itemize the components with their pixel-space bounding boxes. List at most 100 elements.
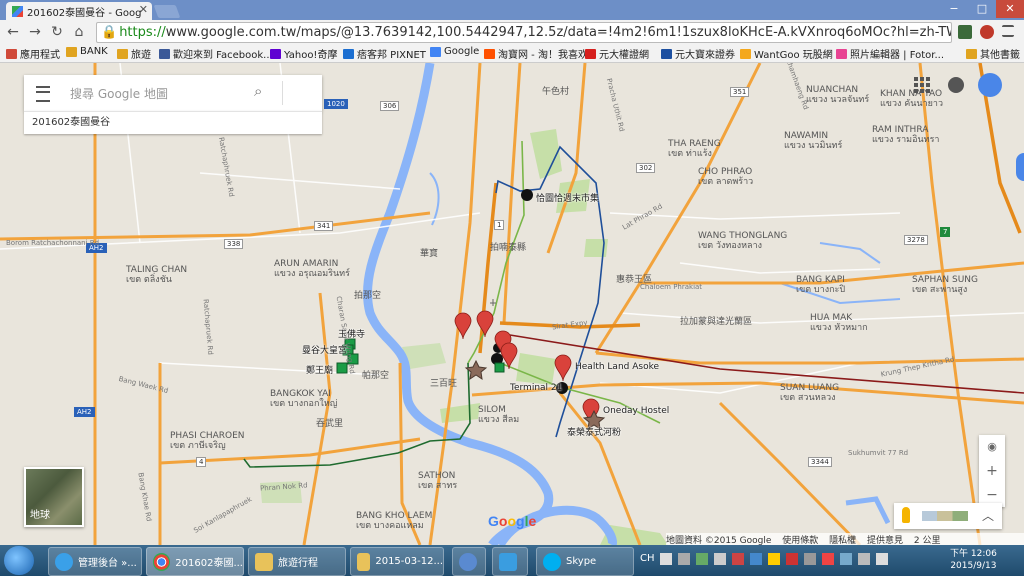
bookmark-wantgoo[interactable]: WantGoo 玩股網 [740, 46, 833, 61]
scale-label[interactable]: 2 公里 [914, 536, 941, 545]
google-logo: Google [488, 513, 537, 529]
back-button[interactable]: ← [4, 23, 22, 41]
green-square-marker[interactable] [336, 362, 348, 374]
map-canvas[interactable]: 306 351 302 341 338 AH2 AH2 3278 1 4 334… [0, 63, 1024, 545]
tray-icon[interactable] [678, 553, 690, 565]
profile-extension-icon[interactable] [980, 25, 994, 39]
reload-button[interactable]: ↻ [48, 23, 66, 41]
bookmark-pixnet[interactable]: 痞客邦 PIXNET [343, 46, 426, 61]
place-label-grand-palace[interactable]: 曼谷大皇宮 [302, 343, 347, 356]
place-label-noodle-shop[interactable]: 泰榮泰式河粉 [567, 425, 621, 438]
bookmark-facebook[interactable]: 歡迎來到 Facebook... [159, 46, 273, 61]
street-view-control[interactable]: ︿ [894, 503, 1002, 529]
taskbar: 管理後台 »... 201602泰國... 旅遊行程 2015-03-12...… [0, 545, 1024, 576]
place-label-health-land[interactable]: Health Land Asoke [575, 362, 659, 372]
tray-icon[interactable] [750, 553, 762, 565]
taskbar-item-chrome[interactable]: 201602泰國... [146, 547, 244, 576]
start-button[interactable] [4, 546, 34, 575]
maximize-button[interactable]: □ [968, 0, 996, 18]
apps-grid-icon[interactable] [914, 77, 930, 93]
bookmark-yahoo[interactable]: Yahoo!奇摩 [270, 46, 337, 61]
zoom-in-button[interactable]: + [979, 459, 1005, 483]
yahoo-icon [270, 48, 281, 59]
bookmark-travel[interactable]: 旅遊 [117, 46, 151, 61]
close-window-button[interactable]: ✕ [996, 0, 1024, 18]
tray-icon[interactable] [876, 553, 888, 565]
green-square-marker[interactable] [494, 362, 505, 373]
district-label: THA RAENG เขต ท่าแร้ง [668, 139, 721, 159]
menu-icon[interactable] [1002, 25, 1014, 37]
search-icon[interactable]: ⌕ [254, 82, 262, 100]
tray-icon[interactable] [714, 553, 726, 565]
search-input[interactable]: 搜尋 Google 地圖 [70, 85, 168, 102]
place-label-oneday-hostel[interactable]: Oneday Hostel [603, 406, 669, 416]
bookmark-bank[interactable]: BANK [66, 46, 108, 57]
pixnet-icon [343, 48, 354, 59]
black-dot-marker[interactable] [521, 189, 533, 201]
route-shield: 302 [636, 163, 656, 173]
tray-icon[interactable] [804, 553, 816, 565]
new-tab-button[interactable] [153, 5, 181, 18]
feedback-link[interactable]: 提供意見 [867, 536, 903, 545]
earth-layer-button[interactable]: 地球 [24, 467, 84, 527]
taskbar-item-skype[interactable]: Skype [536, 547, 634, 576]
skype-icon [543, 552, 561, 571]
area-label: 吞武里 [316, 419, 344, 429]
tray-icon[interactable] [858, 553, 870, 565]
bookmark-other[interactable]: 其他書籤 [966, 46, 1020, 61]
bookmark-google[interactable]: Google [430, 46, 479, 57]
tray-icon[interactable] [732, 553, 744, 565]
search-box[interactable]: 搜尋 Google 地圖 ⌕ [24, 75, 322, 111]
route-shield: AH2 [74, 407, 95, 417]
road-label: Chaloem Phrakiat [640, 283, 703, 291]
browser-tab[interactable]: 201602泰國曼谷 - Goog ✕ [6, 2, 152, 20]
place-label-wat-arun[interactable]: 鄭王廟 [306, 363, 333, 376]
notifications-icon[interactable] [948, 77, 964, 93]
district-label: SILOM แขวง สีลม [478, 405, 520, 425]
address-bar[interactable]: 🔒 https://www.google.com.tw/maps/@13.7639… [96, 22, 952, 43]
google-icon [430, 46, 441, 57]
tray-icon[interactable] [786, 553, 798, 565]
bookmark-taobao[interactable]: 淘寶网 - 淘！我喜欢 [484, 46, 588, 61]
place-label-chatuchak[interactable]: 恰圖恰週末市集 [536, 191, 599, 204]
tray-icon[interactable] [822, 553, 834, 565]
bookmark-yuanta-warrant[interactable]: 元大權證網 [585, 46, 649, 61]
side-panel-toggle[interactable] [1016, 153, 1024, 181]
taskbar-item-app[interactable] [452, 547, 486, 576]
tray-icon[interactable] [768, 553, 780, 565]
pegman-icon[interactable] [902, 507, 910, 523]
taskbar-item-ie[interactable]: 管理後台 »... [48, 547, 142, 576]
taskbar-item-folder-date[interactable]: 2015-03-12... [350, 547, 444, 576]
route-shield: 351 [730, 87, 750, 97]
forward-button[interactable]: → [26, 23, 44, 41]
minimize-button[interactable]: − [940, 0, 968, 18]
taskbar-item-app[interactable] [492, 547, 528, 576]
district-label: SUAN LUANG เขต สวนหลวง [780, 383, 840, 403]
imagery-thumbnails[interactable] [922, 511, 968, 521]
folder-icon [255, 552, 273, 571]
home-button[interactable]: ⌂ [70, 23, 88, 41]
menu-icon[interactable] [36, 86, 50, 102]
tray-icon[interactable] [660, 553, 672, 565]
tray-icon[interactable] [840, 553, 852, 565]
chevron-up-icon[interactable]: ︿ [982, 507, 994, 524]
clock[interactable]: 下午 12:06 2015/9/13 [950, 548, 997, 572]
avatar[interactable] [978, 73, 1002, 97]
bookmark-fotor[interactable]: 照片編輯器 | Fotor... [836, 46, 944, 61]
tab-close-icon[interactable]: ✕ [139, 3, 148, 16]
bookmark-yuanta-securities[interactable]: 元大寶來證券 [661, 46, 735, 61]
place-label-wat-phra-kaew[interactable]: 玉佛寺 [338, 327, 365, 340]
major-roads [0, 63, 1024, 545]
taskbar-item-folder-travel[interactable]: 旅遊行程 [248, 547, 346, 576]
place-label-terminal-21[interactable]: Terminal 21 [510, 383, 562, 393]
my-location-icon[interactable]: ◉ [979, 435, 1005, 459]
extension-icon[interactable] [958, 25, 972, 39]
route-shield: 1020 [324, 99, 348, 109]
privacy-link[interactable]: 隱私權 [829, 536, 856, 545]
language-indicator[interactable]: CH [640, 553, 655, 564]
bookmark-apps[interactable]: 應用程式 [6, 46, 60, 61]
place-marker [490, 299, 496, 306]
map-title[interactable]: 201602泰國曼谷 [24, 111, 322, 134]
terms-link[interactable]: 使用條款 [782, 536, 818, 545]
tray-icon[interactable] [696, 553, 708, 565]
